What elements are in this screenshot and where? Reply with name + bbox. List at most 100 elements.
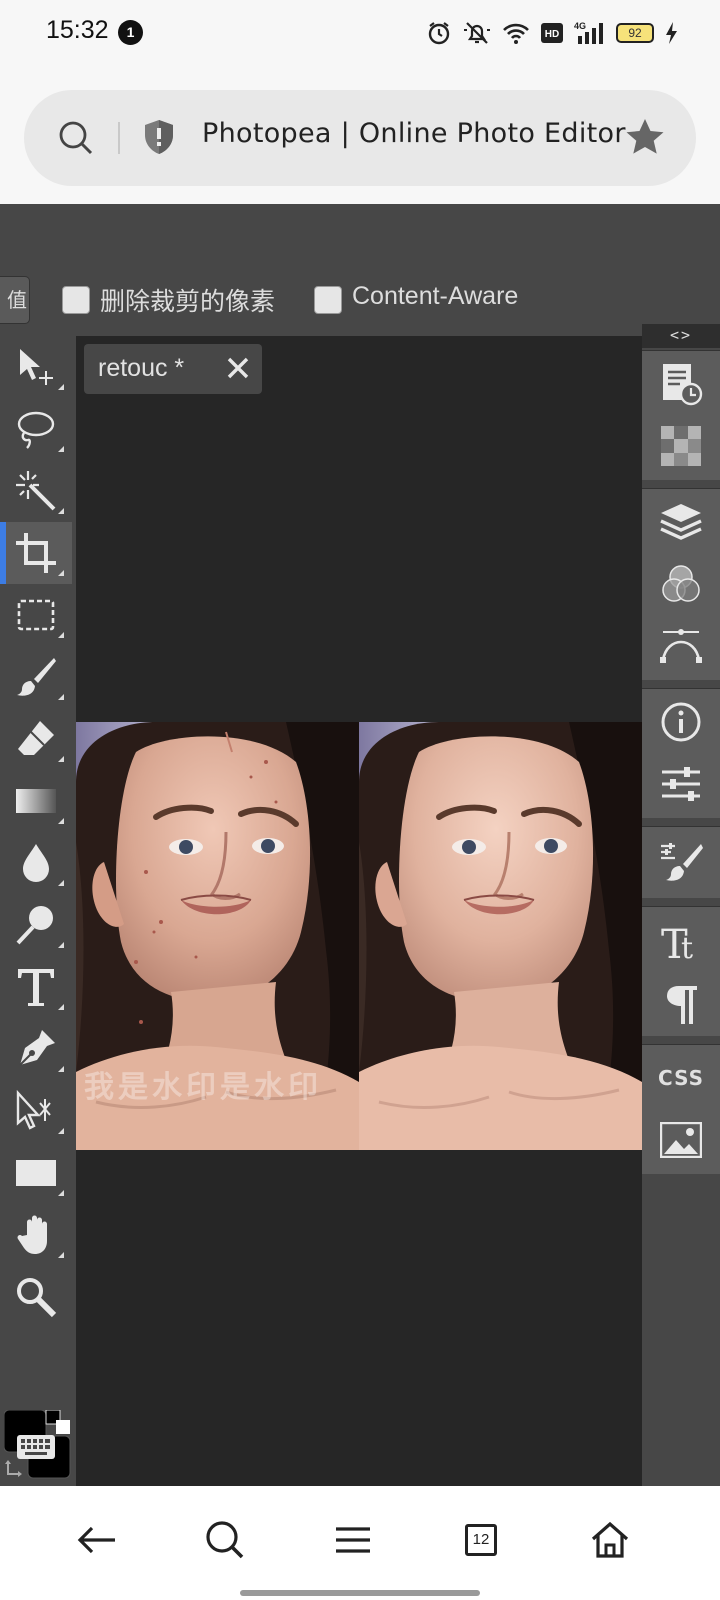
- swatches-panel-button[interactable]: [642, 415, 720, 477]
- pen-icon: [19, 1030, 55, 1066]
- svg-text:4G: 4G: [574, 21, 586, 31]
- document-tab-name[interactable]: retouc *: [98, 354, 203, 383]
- path-select-icon: [16, 1089, 51, 1130]
- hand-icon: [17, 1215, 47, 1254]
- portrait-after-image: [359, 722, 642, 1150]
- history-panel-button[interactable]: [642, 353, 720, 415]
- charging-icon: [666, 22, 677, 44]
- blur-tool[interactable]: [0, 832, 72, 894]
- alarm-icon: [428, 22, 450, 45]
- right-panel-strip: <> T t CSS: [642, 324, 720, 1486]
- path-select-tool[interactable]: [0, 1080, 72, 1142]
- paragraph-panel-button[interactable]: [642, 973, 720, 1035]
- rect-select-tool[interactable]: [0, 584, 72, 646]
- channels-icon: [662, 565, 700, 602]
- tool-corner-mark: [58, 508, 64, 514]
- lasso-tool[interactable]: [0, 398, 72, 460]
- tool-corner-mark: [58, 880, 64, 886]
- paragraph-icon: [667, 986, 697, 1024]
- canvas-workspace[interactable]: retouc * 我是水印是水印: [76, 336, 642, 1486]
- page-title[interactable]: Photopea | Online Photo Editor: [202, 118, 626, 149]
- search-icon[interactable]: [58, 120, 94, 156]
- channels-panel-button[interactable]: [642, 553, 720, 615]
- tool-corner-mark: [58, 632, 64, 638]
- brush-tool[interactable]: [0, 646, 72, 708]
- dodge-icon: [16, 906, 53, 945]
- tool-corner-mark: [58, 818, 64, 824]
- css-label: CSS: [658, 1066, 704, 1090]
- panel-collapse-toggle[interactable]: <>: [642, 324, 720, 348]
- mute-bell-icon: [464, 22, 490, 44]
- zoom-tool[interactable]: [0, 1266, 72, 1328]
- browser-toolbar: Photopea | Online Photo Editor: [0, 64, 720, 204]
- content-aware-checkbox[interactable]: [314, 286, 342, 314]
- after-portrait: [359, 722, 642, 1150]
- back-button[interactable]: [67, 1510, 127, 1570]
- zoom-icon: [17, 1278, 57, 1318]
- brush-icon: [17, 658, 56, 696]
- status-icons: HD 4G 92: [426, 18, 678, 48]
- sliders-icon: [662, 767, 700, 801]
- tabs-button[interactable]: 12: [451, 1510, 511, 1570]
- photopea-app: 值 删除裁剪的像素 Content-Aware retouc * 我是水印是水印…: [0, 204, 720, 1486]
- eraser-icon: [18, 721, 54, 755]
- document-image[interactable]: 我是水印是水印: [76, 722, 642, 1150]
- dodge-tool[interactable]: [0, 894, 72, 956]
- tool-corner-mark: [58, 756, 64, 762]
- notification-badge: 1: [118, 20, 143, 45]
- shield-icon[interactable]: [142, 118, 176, 156]
- star-icon[interactable]: [624, 116, 666, 158]
- magic-wand-tool[interactable]: [0, 460, 72, 522]
- css-panel-button[interactable]: CSS: [642, 1047, 720, 1109]
- keyboard-icon: [17, 1435, 55, 1459]
- image-panel-button[interactable]: [642, 1109, 720, 1171]
- paths-icon: [660, 629, 702, 663]
- crop-tool[interactable]: [0, 522, 72, 584]
- gesture-home-indicator[interactable]: [240, 1590, 480, 1596]
- home-button[interactable]: [580, 1510, 640, 1570]
- menu-button[interactable]: [323, 1510, 383, 1570]
- tool-corner-mark: [58, 942, 64, 948]
- address-bar[interactable]: Photopea | Online Photo Editor: [24, 90, 696, 186]
- move-tool[interactable]: [0, 336, 72, 398]
- keyboard-button[interactable]: [0, 1416, 72, 1478]
- tool-corner-mark: [58, 694, 64, 700]
- ratio-dropdown-button[interactable]: 值: [0, 276, 30, 324]
- paths-panel-button[interactable]: [642, 615, 720, 677]
- pen-tool[interactable]: [0, 1018, 72, 1080]
- history-icon: [663, 364, 703, 406]
- search-button[interactable]: [195, 1510, 255, 1570]
- character-icon: Tt: [661, 922, 693, 964]
- hand-tool[interactable]: [0, 1204, 72, 1266]
- panel-group-layers: [642, 488, 720, 680]
- text-icon: [18, 969, 54, 1006]
- document-tab[interactable]: retouc *: [84, 344, 262, 394]
- search-icon: [206, 1521, 244, 1559]
- shape-tool[interactable]: [0, 1142, 72, 1204]
- crop-icon: [16, 533, 56, 573]
- properties-panel-button[interactable]: [642, 753, 720, 815]
- marquee-icon: [17, 599, 55, 631]
- status-bar: 15:32 1 HD 4G 92: [0, 0, 720, 64]
- character-panel-button[interactable]: Tt: [642, 911, 720, 973]
- brush-settings-panel-button[interactable]: [642, 831, 720, 893]
- tool-corner-mark: [58, 384, 64, 390]
- svg-text:t: t: [681, 931, 693, 964]
- layers-icon: [660, 504, 702, 540]
- swatches-icon: [661, 426, 701, 466]
- magic-wand-icon: [16, 471, 56, 511]
- lasso-icon: [17, 411, 55, 449]
- delete-cropped-checkbox[interactable]: [62, 286, 90, 314]
- back-arrow-icon: [77, 1526, 115, 1554]
- water-drop-icon: [23, 844, 49, 882]
- tool-corner-mark: [58, 1066, 64, 1072]
- layers-panel-button[interactable]: [642, 491, 720, 553]
- gradient-tool[interactable]: [0, 770, 72, 832]
- close-icon[interactable]: [224, 354, 252, 382]
- status-time: 15:32: [46, 16, 109, 44]
- tool-corner-mark: [58, 446, 64, 452]
- panel-group-css: CSS: [642, 1044, 720, 1174]
- eraser-tool[interactable]: [0, 708, 72, 770]
- type-tool[interactable]: [0, 956, 72, 1018]
- info-panel-button[interactable]: [642, 691, 720, 753]
